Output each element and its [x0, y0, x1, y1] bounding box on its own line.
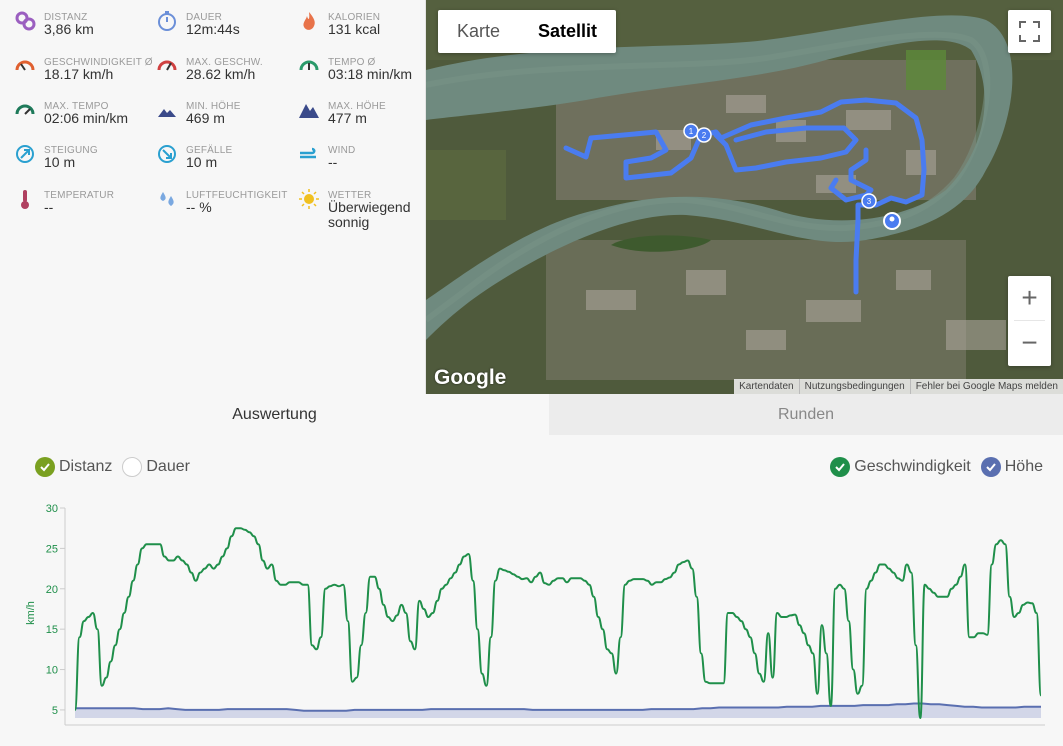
map-view[interactable]: 1 2 3 Karte Satellit + − Google Kartenda… [426, 0, 1063, 394]
sun-icon [298, 188, 320, 210]
speed-legend-label[interactable]: Geschwindigkeit [854, 458, 971, 476]
y-tick-label: 20 [46, 584, 58, 596]
stopwatch-icon [156, 10, 178, 32]
stat-mountain-low: MIN. HÖHE 469 m [142, 89, 277, 129]
stat-label: TEMPERATUR [44, 190, 115, 201]
humidity-drops-icon [156, 188, 178, 210]
stat-pace-gauge-max: MAX. TEMPO 02:06 min/km [0, 89, 135, 129]
speed-altitude-chart[interactable]: 5 10 15 20 25 30 km/h [0, 495, 1063, 741]
y-tick-label: 10 [46, 665, 58, 677]
mountain-high-icon [298, 99, 320, 121]
stat-value: 02:06 min/km [44, 110, 129, 126]
speed-series-line [74, 527, 1042, 720]
map-data-link[interactable]: Kartendaten [734, 379, 799, 394]
descent-arrow-icon [156, 143, 178, 165]
stat-pace-gauge: TEMPO Ø 03:18 min/km [284, 45, 419, 85]
stat-wind: WIND -- [284, 133, 419, 173]
stat-value: -- [44, 199, 54, 215]
stat-value: 10 m [44, 154, 76, 170]
distance-toggle-label[interactable]: Distanz [59, 458, 112, 476]
map-type-map-button[interactable]: Karte [438, 10, 519, 53]
map-attribution: Kartendaten Nutzungsbedingungen Fehler b… [734, 379, 1063, 394]
altitude-check-icon[interactable] [980, 457, 1001, 477]
map-type-satellite-button[interactable]: Satellit [519, 10, 616, 53]
ascent-arrow-icon [14, 143, 36, 165]
y-axis-label: km/h [25, 601, 37, 625]
wind-icon [298, 143, 320, 165]
google-logo: Google [434, 366, 507, 389]
chart-svg: 5 10 15 20 25 30 km/h [25, 503, 1045, 726]
stat-humidity-drops: LUFTFEUCHTIGKEIT -- % [142, 178, 287, 218]
tab-laps[interactable]: Runden [549, 394, 1063, 435]
stat-value: 3,86 km [44, 21, 94, 37]
stat-value: 131 kcal [328, 21, 381, 37]
y-tick-label: 25 [46, 543, 58, 555]
stat-value: 03:18 min/km [328, 66, 413, 82]
mountain-low-icon [156, 99, 178, 121]
y-tick-label: 5 [52, 705, 58, 717]
stat-value: 477 m [328, 110, 367, 126]
y-tick-label: 30 [46, 503, 58, 515]
x-axis-toggle: Distanz Dauer [35, 456, 190, 478]
stat-mountain-high: MAX. HÖHE 477 m [284, 89, 419, 129]
stat-flame: KALORIEN 131 kcal [284, 0, 419, 40]
map-type-control: Karte Satellit [438, 10, 617, 53]
stat-value: -- [328, 154, 338, 170]
stat-value: 18.17 km/h [44, 66, 114, 82]
stat-value: 12m:44s [186, 21, 240, 37]
svg-text:1: 1 [689, 127, 694, 136]
y-tick-label: 15 [46, 624, 58, 636]
fullscreen-button[interactable] [1008, 10, 1051, 53]
stat-sun: WETTER Überwiegend sonnig [284, 178, 419, 230]
duration-toggle-label[interactable]: Dauer [146, 458, 190, 476]
speedometer-max-icon [156, 55, 178, 77]
stat-speedometer: GESCHWINDIGKEIT Ø 18.17 km/h [0, 45, 153, 85]
svg-text:3: 3 [867, 197, 872, 206]
pace-gauge-icon [298, 55, 320, 77]
stat-descent-arrow: GEFÄLLE 10 m [142, 133, 277, 173]
stat-speedometer-max: MAX. GESCHW. 28.62 km/h [142, 45, 277, 85]
svg-text:2: 2 [702, 131, 707, 140]
fullscreen-icon [1019, 21, 1040, 42]
altitude-legend-label[interactable]: Höhe [1005, 458, 1043, 476]
stat-distance-pin: DISTANZ 3,86 km [0, 0, 135, 40]
distance-pin-icon [14, 10, 36, 32]
stat-ascent-arrow: STEIGUNG 10 m [0, 133, 135, 173]
flame-icon [298, 10, 320, 32]
stat-value: 10 m [186, 154, 218, 170]
zoom-in-button[interactable]: + [1008, 276, 1051, 320]
stat-stopwatch: DAUER 12m:44s [142, 0, 277, 40]
satellite-imagery: 1 2 3 [426, 0, 1063, 394]
speed-check-icon[interactable] [830, 457, 851, 477]
report-error-link[interactable]: Fehler bei Google Maps melden [909, 379, 1063, 394]
stat-value: 469 m [186, 110, 225, 126]
terms-link[interactable]: Nutzungsbedingungen [798, 379, 910, 394]
tab-evaluation[interactable]: Auswertung [0, 394, 549, 435]
duration-radio-icon[interactable] [122, 457, 143, 477]
zoom-out-button[interactable]: − [1008, 321, 1051, 365]
stat-value: -- % [186, 199, 212, 215]
thermometer-icon [14, 188, 36, 210]
pace-gauge-max-icon [14, 99, 36, 121]
stats-panel: DISTANZ 3,86 km DAUER 12m:44s KALORIEN 131 kc… [0, 0, 426, 394]
stat-value: Überwiegend sonnig [328, 199, 411, 230]
speedometer-icon [14, 55, 36, 77]
series-legend: Geschwindigkeit Höhe [830, 456, 1043, 478]
stat-value: 28.62 km/h [186, 66, 256, 82]
distance-check-icon[interactable] [35, 457, 55, 477]
zoom-control: + − [1008, 276, 1051, 366]
stat-thermometer: TEMPERATUR -- [0, 178, 135, 218]
tab-bar: Auswertung Runden [0, 394, 1063, 435]
